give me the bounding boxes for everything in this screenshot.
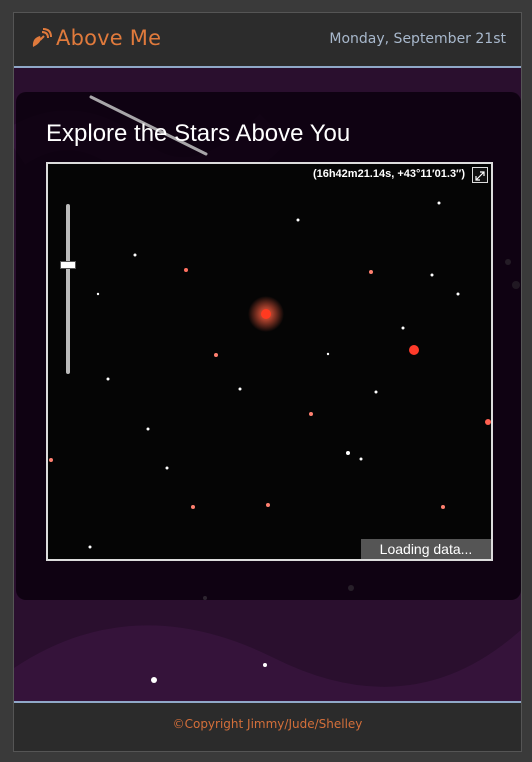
app-title: Above Me (56, 26, 162, 50)
header: Above Me Monday, September 21st (14, 13, 521, 68)
date-display: Monday, September 21st (329, 31, 506, 47)
loading-indicator: Loading data... (361, 539, 491, 559)
fullscreen-icon[interactable] (472, 167, 488, 183)
footer: ©Copyright Jimmy/Jude/Shelley (14, 701, 521, 751)
zoom-slider-handle[interactable] (60, 261, 76, 269)
content-panel: Explore the Stars Above You (16h42m21.14… (16, 92, 521, 600)
sky-viewer[interactable]: (16h42m21.14s, +43°11′01.3″) Loading dat… (46, 162, 493, 561)
star-field[interactable] (48, 164, 491, 559)
copyright-text: ©Copyright Jimmy/Jude/Shelley (172, 717, 363, 731)
satellite-dish-icon (32, 28, 52, 47)
zoom-slider[interactable] (66, 204, 70, 374)
page-heading: Explore the Stars Above You (46, 120, 351, 147)
app-frame: Above Me Monday, September 21st Explore … (13, 12, 522, 752)
coordinates-readout: (16h42m21.14s, +43°11′01.3″) (312, 168, 465, 180)
space-background: Explore the Stars Above You (16h42m21.14… (14, 68, 521, 701)
